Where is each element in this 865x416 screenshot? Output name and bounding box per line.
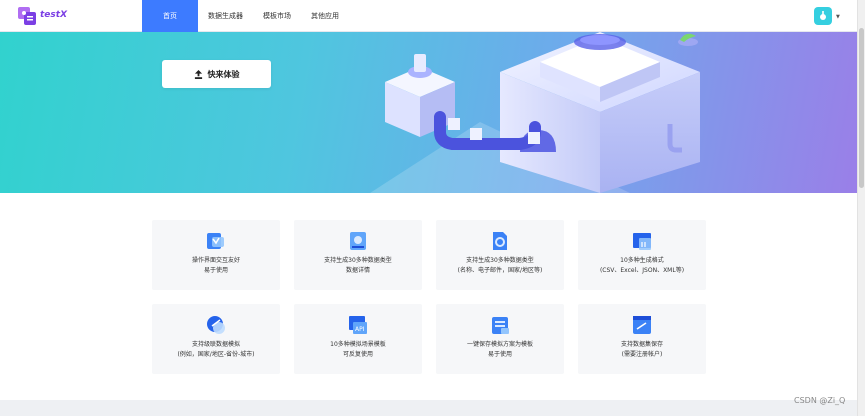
hero-illustration	[370, 32, 700, 193]
friendly-ui-icon	[207, 233, 224, 249]
feature-subtitle: 数据详情	[345, 267, 370, 274]
cascade-icon	[207, 316, 225, 334]
feature-subtitle: 易于使用	[203, 267, 228, 274]
dataset-save-icon	[633, 316, 651, 334]
formats-icon	[633, 233, 651, 250]
page: testX 首页 数据生成器 模板市场 其他应用 ▼ 快来体验 操作界面交互友好…	[0, 0, 865, 416]
feature-title: 支持数据集保存	[620, 341, 663, 348]
feature-title: 一键保存模拟方案为模板	[466, 341, 533, 348]
upload-icon	[194, 69, 202, 79]
feature-text: 一键保存模拟方案为模板 易于使用	[436, 340, 564, 360]
user-avatar[interactable]	[814, 7, 832, 25]
feature-title: 支持生成30多种数据类型	[466, 257, 534, 264]
nav-item-template-market[interactable]: 模板市场	[253, 0, 301, 32]
csdn-watermark: CSDN @Zi_Q	[794, 396, 846, 405]
brand-name: testX	[40, 10, 68, 20]
nav-item-other-apps[interactable]: 其他应用	[301, 0, 349, 32]
feature-subtitle: (例如，国家/地区-省份-城市)	[177, 351, 255, 358]
feature-subtitle: 可反复使用	[342, 351, 373, 358]
feature-title: 操作界面交互友好	[191, 257, 240, 264]
save-template-icon	[492, 317, 509, 334]
footer-band	[0, 400, 857, 416]
avatar-icon	[820, 11, 826, 20]
feature-text: 支持数据集保存 (需要注册帐户)	[578, 340, 706, 360]
vertical-scrollbar[interactable]	[857, 0, 865, 416]
try-now-button[interactable]: 快来体验	[162, 60, 271, 88]
document-icon	[493, 232, 507, 250]
feature-text: 10多种生成格式 (CSV、Excel、JSON、XML等)	[578, 256, 706, 276]
feature-text: 支持生成30多种数据类型 数据详情	[294, 256, 422, 276]
feature-subtitle: (名称、电子邮件，国家/地区等)	[457, 267, 543, 274]
feature-text: 支持级联数据模拟 (例如，国家/地区-省份-城市)	[152, 340, 280, 360]
feature-title: 10多种模拟场景模板	[330, 341, 386, 348]
feature-card: 支持级联数据模拟 (例如，国家/地区-省份-城市)	[152, 304, 280, 374]
nav-item-home[interactable]: 首页	[142, 0, 198, 32]
nav-item-data-generator[interactable]: 数据生成器	[198, 0, 253, 32]
feature-title: 10多种生成格式	[620, 257, 664, 264]
feature-subtitle: (需要注册帐户)	[621, 351, 663, 358]
feature-text: 10多种模拟场景模板 可反复使用	[294, 340, 422, 360]
hero-banner: 快来体验	[0, 32, 857, 193]
svg-text:API: API	[355, 326, 365, 333]
api-icon: API	[349, 316, 367, 334]
feature-card: 支持数据集保存 (需要注册帐户)	[578, 304, 706, 374]
scrollbar-thumb[interactable]	[859, 28, 864, 188]
feature-title: 支持生成30多种数据类型	[324, 257, 392, 264]
caret-down-icon[interactable]: ▼	[836, 14, 840, 20]
feature-card: 支持生成30多种数据类型 数据详情	[294, 220, 422, 290]
feature-card: 一键保存模拟方案为模板 易于使用	[436, 304, 564, 374]
feature-text: 操作界面交互友好 易于使用	[152, 256, 280, 276]
try-now-label: 快来体验	[207, 69, 240, 79]
feature-card: API 10多种模拟场景模板 可反复使用	[294, 304, 422, 374]
feature-card: 支持生成30多种数据类型 (名称、电子邮件，国家/地区等)	[436, 220, 564, 290]
feature-card: 10多种生成格式 (CSV、Excel、JSON、XML等)	[578, 220, 706, 290]
top-navbar: testX 首页 数据生成器 模板市场 其他应用 ▼	[0, 0, 857, 32]
feature-grid: 操作界面交互友好 易于使用 支持生成30多种数据类型 数据详情 支持生成30多种…	[152, 220, 707, 376]
data-types-icon	[350, 232, 366, 250]
feature-subtitle: 易于使用	[487, 351, 512, 358]
main-nav: 首页 数据生成器 模板市场 其他应用	[142, 0, 349, 32]
feature-title: 支持级联数据模拟	[191, 341, 240, 348]
feature-text: 支持生成30多种数据类型 (名称、电子邮件，国家/地区等)	[436, 256, 564, 276]
feature-subtitle: (CSV、Excel、JSON、XML等)	[599, 267, 685, 274]
feature-card: 操作界面交互友好 易于使用	[152, 220, 280, 290]
